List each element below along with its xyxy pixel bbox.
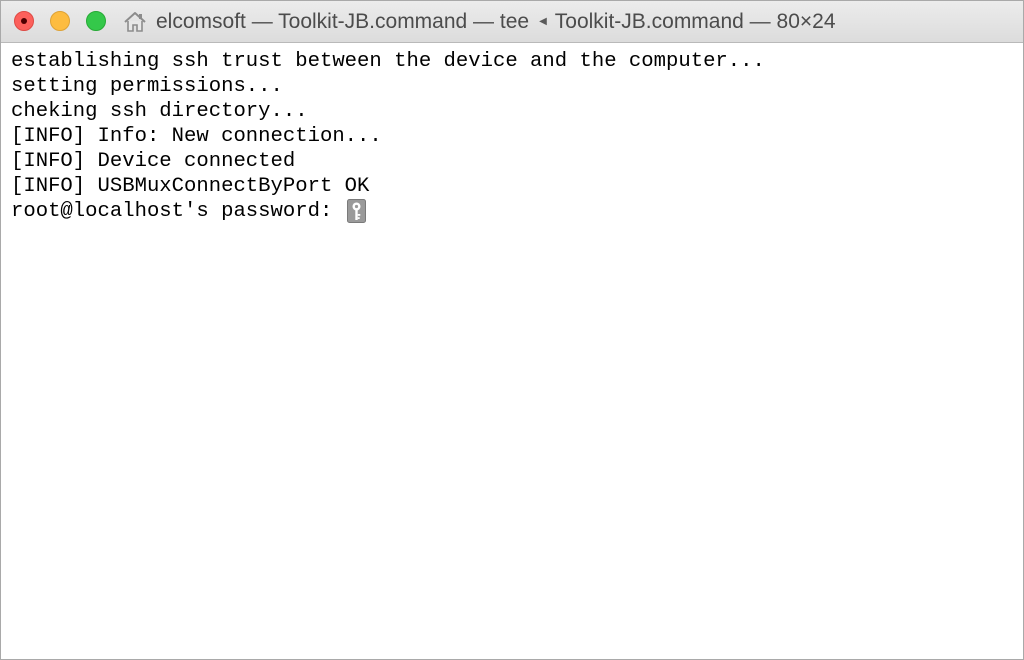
unsaved-dot-icon — [21, 18, 27, 24]
key-icon — [346, 199, 366, 223]
terminal-line: cheking ssh directory... — [11, 100, 308, 123]
home-icon — [124, 12, 146, 32]
terminal-window: elcomsoft — Toolkit-JB.command — tee ◀ T… — [0, 0, 1024, 660]
zoom-button[interactable] — [86, 11, 106, 31]
terminal-line: establishing ssh trust between the devic… — [11, 50, 765, 73]
window-title: elcomsoft — Toolkit-JB.command — tee ◀ T… — [123, 1, 836, 43]
title-text-primary: elcomsoft — Toolkit-JB.command — tee — [156, 10, 530, 33]
close-button[interactable] — [14, 11, 34, 31]
password-prompt: root@localhost's password: — [11, 200, 345, 223]
terminal-output[interactable]: establishing ssh trust between the devic… — [1, 43, 1023, 659]
terminal-line: [INFO] Device connected — [11, 150, 296, 173]
title-text-secondary: Toolkit-JB.command — 80×24 — [554, 10, 836, 33]
minimize-button[interactable] — [50, 11, 70, 31]
terminal-prompt-line[interactable]: root@localhost's password: — [11, 199, 366, 224]
left-triangle-icon: ◀ — [539, 15, 547, 27]
title-bar[interactable]: elcomsoft — Toolkit-JB.command — tee ◀ T… — [1, 1, 1023, 43]
terminal-line: setting permissions... — [11, 75, 283, 98]
terminal-line: [INFO] Info: New connection... — [11, 125, 382, 148]
terminal-line: [INFO] USBMuxConnectByPort OK — [11, 175, 370, 198]
